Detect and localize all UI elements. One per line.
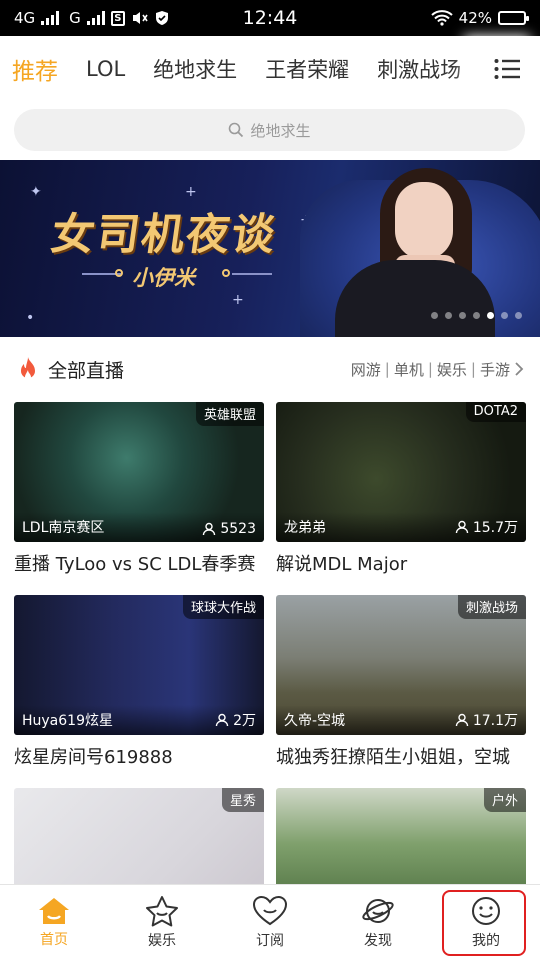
stream-title[interactable]: 重播 TyLoo vs SC LDL春季赛 <box>14 550 264 576</box>
category-tag: 户外 <box>483 788 526 812</box>
host-face <box>395 182 453 260</box>
filter-online-games[interactable]: 网游 <box>351 359 381 380</box>
chevron-right-icon[interactable] <box>514 361 524 377</box>
category-tag: 球球大作战 <box>182 595 264 619</box>
category-tag: 星秀 <box>221 788 264 812</box>
stream-card[interactable]: DOTA2 龙弟弟 15.7万 解说MDL Major <box>276 402 526 576</box>
heart-icon <box>252 895 288 926</box>
filter-single-player[interactable]: 单机 <box>394 359 424 380</box>
stream-title[interactable]: 解说MDL Major <box>276 550 526 576</box>
shield-icon <box>155 11 168 25</box>
section-header: 全部直播 网游 | 单机 | 娱乐 | 手游 <box>0 344 540 394</box>
host-dress <box>335 260 495 337</box>
nav-subscribe[interactable]: 订阅 <box>216 885 324 960</box>
search-bar[interactable]: 绝地求生 <box>14 109 525 151</box>
viewer-count: 2万 <box>233 713 256 729</box>
streamer-name: 久帝-空城 <box>284 713 346 729</box>
flame-icon <box>21 357 35 380</box>
stream-card[interactable]: 刺激战场 久帝-空城 17.1万 城独秀狂撩陌生小姐姐，空城 <box>276 595 526 769</box>
profile-face-icon <box>472 897 500 925</box>
banner-ornament <box>222 269 230 277</box>
star-icon <box>146 896 178 927</box>
tab-lol[interactable]: LOL <box>86 57 125 81</box>
nav-home[interactable]: 首页 <box>0 885 108 960</box>
planet-icon <box>362 899 394 923</box>
category-tag: DOTA2 <box>465 402 526 422</box>
nav-me[interactable]: 我的 <box>432 885 540 960</box>
nav-me-label: 我的 <box>472 933 500 949</box>
promo-banner[interactable]: ✦ + + + • 女司机夜谈 小伊米 <box>0 160 540 337</box>
streamer-name: LDL南京赛区 <box>22 520 105 536</box>
nav-entertainment[interactable]: 娱乐 <box>108 885 216 960</box>
stream-thumbnail[interactable]: 英雄联盟 LDL南京赛区 5523 <box>14 402 264 542</box>
filter-entertainment[interactable]: 娱乐 <box>437 359 467 380</box>
viewer-icon <box>455 713 469 727</box>
streamer-name: 龙弟弟 <box>284 520 326 536</box>
viewer-icon <box>215 713 229 727</box>
tab-honor-of-kings[interactable]: 王者荣耀 <box>265 54 349 84</box>
stream-card[interactable]: 英雄联盟 LDL南京赛区 5523 重播 TyLoo vs SC LDL春季赛 <box>14 402 264 576</box>
viewer-count: 5523 <box>220 521 256 537</box>
mute-icon <box>132 12 148 24</box>
banner-divider <box>232 273 272 275</box>
search-icon <box>229 122 244 138</box>
signal-icon-2 <box>86 11 105 25</box>
nav-home-label: 首页 <box>40 932 68 948</box>
category-menu-button[interactable] <box>474 36 540 102</box>
carousel-indicator <box>431 312 522 319</box>
status-bar: 4G G S 12:44 42% <box>0 0 540 36</box>
network-type-1: 4G <box>14 9 36 27</box>
signal-icon <box>41 11 60 25</box>
app-notification-icon: S <box>110 10 125 26</box>
viewer-count: 15.7万 <box>472 520 518 536</box>
banner-ornament <box>115 269 123 277</box>
nav-entertainment-label: 娱乐 <box>148 933 176 949</box>
category-tabs: 推荐 LOL 绝地求生 王者荣耀 刺激战场 <box>0 36 540 102</box>
stream-thumbnail[interactable]: 球球大作战 Huya619炫星 2万 <box>14 595 264 735</box>
banner-title: 女司机夜谈 <box>47 210 280 260</box>
nav-discover-label: 发现 <box>364 933 392 949</box>
category-tag: 英雄联盟 <box>195 402 264 426</box>
home-icon <box>39 898 69 924</box>
sparkle-icon: + <box>185 184 197 200</box>
tab-pubg[interactable]: 绝地求生 <box>153 54 237 84</box>
wifi-icon <box>430 10 453 26</box>
stream-thumbnail[interactable]: DOTA2 龙弟弟 15.7万 <box>276 402 526 542</box>
stream-card[interactable]: 球球大作战 Huya619炫星 2万 炫星房间号619888 <box>14 595 264 769</box>
bottom-nav: 首页 娱乐 订阅 发现 我的 <box>0 884 540 960</box>
banner-subtitle: 小伊米 <box>132 266 195 290</box>
stream-title[interactable]: 城独秀狂撩陌生小姐姐，空城 <box>276 743 526 769</box>
sparkle-icon: • <box>26 310 35 326</box>
battery-icon <box>498 11 529 25</box>
section-title: 全部直播 <box>48 359 125 382</box>
stream-thumbnail[interactable]: 刺激战场 久帝-空城 17.1万 <box>276 595 526 735</box>
viewer-icon <box>455 520 469 534</box>
category-tag: 刺激战场 <box>457 595 526 619</box>
nav-subscribe-label: 订阅 <box>256 933 284 949</box>
viewer-count: 17.1万 <box>472 713 518 729</box>
stream-title[interactable]: 炫星房间号619888 <box>14 743 264 769</box>
category-filters: 网游 | 单机 | 娱乐 | 手游 <box>351 359 524 380</box>
sparkle-icon: ✦ <box>30 184 42 200</box>
tab-recommend[interactable]: 推荐 <box>12 52 58 86</box>
viewer-icon <box>203 522 216 536</box>
filter-mobile-games[interactable]: 手游 <box>480 359 510 380</box>
streamer-name: Huya619炫星 <box>22 713 113 729</box>
list-menu-icon <box>494 59 520 79</box>
tab-pubg-mobile[interactable]: 刺激战场 <box>377 54 461 84</box>
network-type-2: G <box>69 9 81 27</box>
search-placeholder: 绝地求生 <box>250 121 311 140</box>
sparkle-icon: + <box>232 292 244 308</box>
nav-discover[interactable]: 发现 <box>324 885 432 960</box>
battery-percent: 42% <box>458 9 492 27</box>
